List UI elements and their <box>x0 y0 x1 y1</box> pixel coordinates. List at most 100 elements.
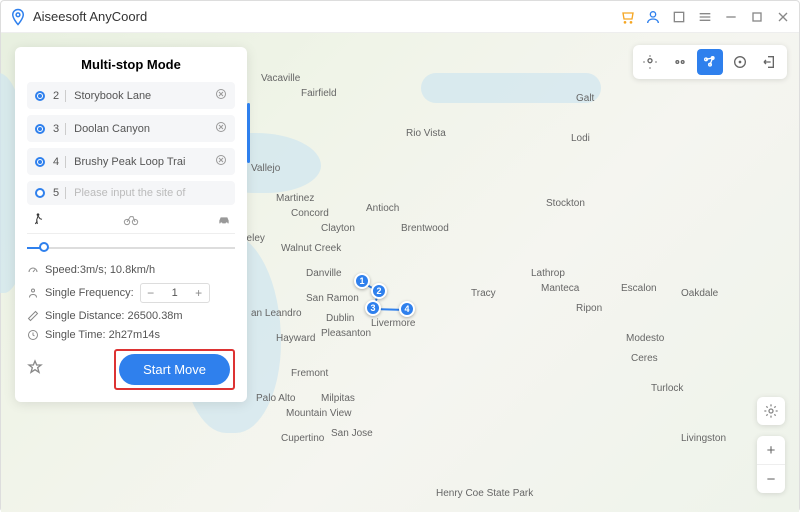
close-button[interactable] <box>775 9 791 25</box>
map-city-label: Vallejo <box>251 163 280 174</box>
stop-number: 3 <box>53 123 59 135</box>
freq-value: 1 <box>161 287 189 299</box>
map-layers-button[interactable] <box>757 397 785 425</box>
remove-stop-icon[interactable] <box>215 154 227 169</box>
map-city-label: Pleasanton <box>321 328 371 339</box>
mode-bike-icon[interactable] <box>120 211 142 229</box>
map-city-label: Fairfield <box>301 88 337 99</box>
speed-row: Speed:3m/s; 10.8km/h <box>27 264 235 276</box>
freq-plus-button[interactable]: + <box>189 283 209 303</box>
person-icon <box>27 287 39 299</box>
distance-row: Single Distance: 26500.38m <box>27 310 235 322</box>
stop-placeholder[interactable]: Please input the site of <box>74 187 227 199</box>
stop-radio-icon <box>35 124 45 134</box>
mode-two-pin-icon[interactable] <box>667 49 693 75</box>
map-city-label: Lathrop <box>531 268 565 279</box>
map-city-label: Livermore <box>371 318 415 329</box>
map-city-label: San Jose <box>331 428 373 439</box>
window-icon[interactable] <box>671 9 687 25</box>
stop-number: 5 <box>53 187 59 199</box>
map-city-label: Cupertino <box>281 433 324 444</box>
map-city-label: Escalon <box>621 283 657 294</box>
map-city-label: Mountain View <box>286 408 351 419</box>
mode-walk-icon[interactable] <box>27 211 49 229</box>
zoom-out-button[interactable]: − <box>757 465 785 493</box>
frequency-stepper: − 1 + <box>140 283 210 303</box>
zoom-in-button[interactable]: + <box>757 436 785 464</box>
mode-car-icon[interactable] <box>213 211 235 229</box>
map-city-label: Brentwood <box>401 223 449 234</box>
clock-icon <box>27 329 39 341</box>
stop-radio-icon <box>35 188 45 198</box>
map-city-label: Palo Alto <box>256 393 295 404</box>
mode-exit-icon[interactable] <box>757 49 783 75</box>
map-city-label: Concord <box>291 208 329 219</box>
remove-stop-icon[interactable] <box>215 88 227 103</box>
minimize-button[interactable] <box>723 9 739 25</box>
stop-name: Brushy Peak Loop Trai <box>74 156 215 168</box>
titlebar: Aiseesoft AnyCoord <box>1 1 799 33</box>
route-marker[interactable]: 2 <box>371 283 387 299</box>
map-city-label: San Ramon <box>306 293 359 304</box>
map-city-label: Livingston <box>681 433 726 444</box>
mode-single-pin-icon[interactable] <box>637 49 663 75</box>
map-city-label: Vacaville <box>261 73 300 84</box>
cart-icon[interactable] <box>619 9 635 25</box>
menu-icon[interactable] <box>697 9 713 25</box>
map-city-label: Lodi <box>571 133 590 144</box>
map-city-label: Dublin <box>326 313 354 324</box>
stop-name: Storybook Lane <box>74 90 215 102</box>
map-city-label: an Leandro <box>251 308 302 319</box>
stop-name: Doolan Canyon <box>74 123 215 135</box>
route-marker[interactable]: 4 <box>399 301 415 317</box>
app-title: Aiseesoft AnyCoord <box>33 9 147 24</box>
panel-scroll-indicator[interactable] <box>247 103 250 163</box>
map-city-label: Rio Vista <box>406 128 446 139</box>
route-marker[interactable]: 1 <box>354 273 370 289</box>
time-row: Single Time: 2h27m14s <box>27 329 235 341</box>
stop-row[interactable]: 5 Please input the site of <box>27 181 235 205</box>
map-city-label: Galt <box>576 93 594 104</box>
map-city-label: Milpitas <box>321 393 355 404</box>
travel-mode-tabs <box>27 211 235 234</box>
map-city-label: Danville <box>306 268 342 279</box>
account-icon[interactable] <box>645 9 661 25</box>
map-city-label: Martinez <box>276 193 314 204</box>
map-city-label: Henry Coe State Park <box>436 488 533 499</box>
stop-radio-icon <box>35 91 45 101</box>
stop-number: 2 <box>53 90 59 102</box>
mode-joystick-icon[interactable] <box>727 49 753 75</box>
map-city-label: Fremont <box>291 368 328 379</box>
remove-stop-icon[interactable] <box>215 121 227 136</box>
freq-minus-button[interactable]: − <box>141 283 161 303</box>
map-city-label: Turlock <box>651 383 683 394</box>
map-city-label: Stockton <box>546 198 585 209</box>
mode-multi-stop-icon[interactable] <box>697 49 723 75</box>
stop-row[interactable]: 2 Storybook Lane <box>27 82 235 109</box>
stop-row[interactable]: 3 Doolan Canyon <box>27 115 235 142</box>
map-city-label: Hayward <box>276 333 315 344</box>
map-city-label: Walnut Creek <box>281 243 341 254</box>
stop-number: 4 <box>53 156 59 168</box>
start-move-button[interactable]: Start Move <box>119 354 230 385</box>
map-city-label: Manteca <box>541 283 579 294</box>
map-city-label: Clayton <box>321 223 355 234</box>
start-highlight: Start Move <box>114 349 235 390</box>
stop-row[interactable]: 4 Brushy Peak Loop Trai <box>27 148 235 175</box>
app-logo-icon <box>9 8 27 26</box>
ruler-icon <box>27 310 39 322</box>
map-city-label: Modesto <box>626 333 664 344</box>
map-city-label: Antioch <box>366 203 399 214</box>
frequency-row: Single Frequency: − 1 + <box>27 283 235 303</box>
map-city-label: Oakdale <box>681 288 718 299</box>
panel-title: Multi-stop Mode <box>27 57 235 72</box>
gauge-icon <box>27 264 39 276</box>
speed-slider[interactable] <box>27 240 235 256</box>
map-city-label: Ceres <box>631 353 658 364</box>
favorite-button[interactable] <box>27 359 43 380</box>
maximize-button[interactable] <box>749 9 765 25</box>
map-city-label: Ripon <box>576 303 602 314</box>
route-marker[interactable]: 3 <box>365 300 381 316</box>
map-mode-toolbar <box>633 45 787 79</box>
stop-radio-icon <box>35 157 45 167</box>
